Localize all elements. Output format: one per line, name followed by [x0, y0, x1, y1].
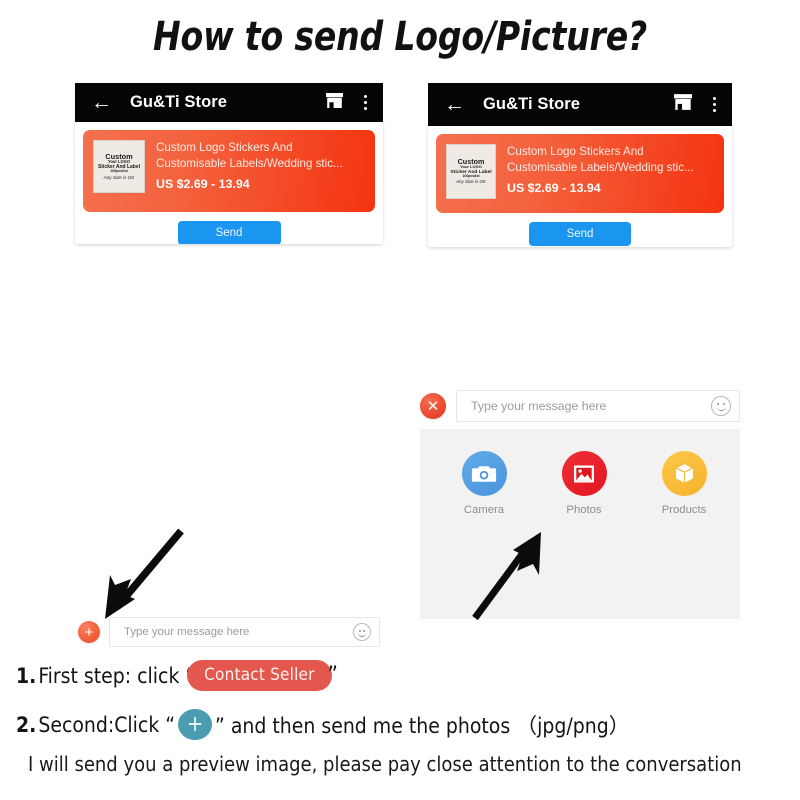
product-name-1: Custom Logo Stickers And Customisable La… — [156, 141, 343, 171]
attachment-products[interactable]: Products — [648, 451, 720, 516]
infographic-root: How to send Logo/Picture? ← Gu&Ti Store … — [0, 0, 800, 800]
product-card-2: Custom Your LOGO Sticker And Label 100pc… — [428, 126, 732, 247]
product-name-2: Custom Logo Stickers And Customisable La… — [507, 145, 694, 175]
appbar-1: ← Gu&Ti Store — [75, 83, 383, 122]
plus-badge-inline[interactable]: + — [178, 709, 213, 740]
appbar-2: ← Gu&Ti Store — [428, 83, 732, 126]
page-title: How to send Logo/Picture? — [152, 14, 648, 60]
product-text-2: Custom Logo Stickers And Customisable La… — [496, 144, 714, 195]
camera-icon[interactable] — [461, 451, 507, 496]
message-input-expanded[interactable]: Type your message here — [456, 390, 740, 422]
arrow-left-icon[interactable]: ← — [91, 92, 112, 113]
thumb-line-5: Any Size is OK — [103, 174, 135, 180]
attachment-label: Photos — [566, 504, 602, 516]
product-thumbnail-2: Custom Your LOGO Sticker And Label 100pc… — [446, 144, 496, 199]
attachment-label: Products — [661, 504, 707, 516]
message-bar-expanded: ✕ Type your message here — [420, 390, 740, 422]
attachment-row: Camera Photos Products — [420, 429, 740, 516]
smiley-icon[interactable] — [711, 396, 731, 416]
arrow-to-photos-icon — [472, 532, 541, 621]
send-button-2[interactable]: Send — [529, 222, 631, 246]
arrow-to-plus-button — [105, 528, 184, 619]
close-icon[interactable]: ✕ — [420, 393, 446, 419]
step-1-text-after: ” — [327, 662, 338, 688]
attachment-photos[interactable]: Photos — [548, 451, 620, 516]
photo-icon[interactable] — [561, 451, 607, 496]
attachment-camera[interactable]: Camera — [448, 451, 520, 516]
step-2-text-after: ” and then send me the photos （jpg/png） — [215, 713, 630, 738]
product-price-2: US $2.69 - 13.94 — [507, 180, 601, 195]
smiley-icon[interactable] — [353, 623, 371, 641]
step-1-number: 1. — [16, 663, 37, 688]
thumb-line-4: 100pcs/lot — [462, 173, 480, 178]
contact-seller-button[interactable]: Contact Seller — [187, 660, 332, 691]
attachment-label: Camera — [463, 504, 505, 516]
arrow-left-icon[interactable]: ← — [444, 94, 465, 115]
instruction-step-2: 2. Second:Click “ + ” and then send me t… — [16, 709, 630, 740]
shop-icon[interactable] — [673, 93, 693, 116]
product-text-1: Custom Logo Stickers And Customisable La… — [145, 140, 365, 191]
store-name-2: Gu&Ti Store — [483, 95, 581, 113]
more-vertical-icon[interactable] — [363, 94, 367, 111]
thumb-line-4: 100pcs/lot — [110, 168, 128, 173]
phone-mock-1: ← Gu&Ti Store Custom Your LOGO Sticker A… — [75, 83, 383, 244]
more-vertical-icon[interactable] — [712, 96, 716, 113]
step-1-text-before: First step: click “ — [38, 663, 196, 688]
step-2-number: 2. — [16, 712, 37, 737]
instruction-step-1: 1. First step: click “ Contact Seller ” — [16, 660, 338, 691]
store-name-1: Gu&Ti Store — [130, 93, 228, 111]
product-banner-2[interactable]: Custom Your LOGO Sticker And Label 100pc… — [436, 134, 724, 213]
box-icon[interactable] — [661, 451, 707, 496]
product-card-1: Custom Your LOGO Sticker And Label 100pc… — [75, 122, 383, 244]
phone-mock-2: ← Gu&Ti Store Custom Your LOGO Sticker A… — [428, 83, 732, 247]
product-price-1: US $2.69 - 13.94 — [156, 176, 250, 191]
message-placeholder: Type your message here — [471, 399, 607, 413]
send-button-1[interactable]: Send — [177, 221, 281, 244]
shop-icon[interactable] — [325, 92, 344, 114]
thumb-line-5: Any Size is OK — [455, 179, 486, 185]
instruction-note: I will send you a preview image, please … — [28, 752, 742, 776]
send-row-2: Send — [428, 213, 732, 247]
product-banner-1[interactable]: Custom Your LOGO Sticker And Label 100pc… — [83, 130, 375, 212]
step-2-text-before: Second:Click “ — [38, 712, 176, 737]
send-row-1: Send — [75, 212, 383, 244]
product-thumbnail-1: Custom Your LOGO Sticker And Label 100pc… — [93, 140, 145, 193]
